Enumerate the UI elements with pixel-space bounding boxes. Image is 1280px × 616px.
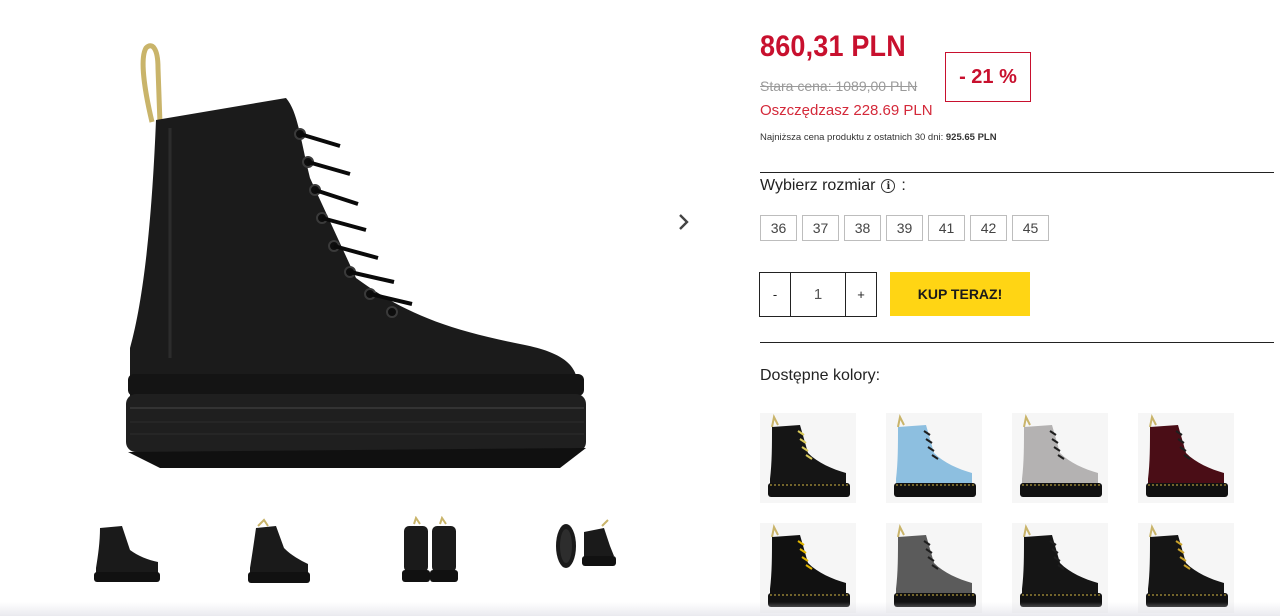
size-option-39[interactable]: 39 (886, 215, 923, 241)
quantity-input[interactable]: 1 (791, 273, 845, 316)
size-option-37[interactable]: 37 (802, 215, 839, 241)
divider (760, 342, 1274, 343)
boot-thumbnail (402, 516, 458, 582)
quantity-stepper: - 1 + (759, 272, 877, 317)
color-swatches (760, 413, 1240, 616)
size-option-45[interactable]: 45 (1012, 215, 1049, 241)
next-image-arrow[interactable] (672, 208, 696, 236)
boot-swatch-image (768, 413, 850, 497)
chevron-right-icon (679, 214, 689, 230)
page-bottom-fade (0, 602, 1280, 616)
boot-thumbnail (248, 518, 310, 583)
boot-swatch-image (894, 523, 976, 607)
current-price: 860,31 PLN (760, 30, 906, 63)
boot-thumbnail (94, 526, 160, 582)
size-title-colon: : (901, 177, 906, 194)
size-option-42[interactable]: 42 (970, 215, 1007, 241)
color-swatch[interactable] (1012, 523, 1108, 613)
thumbnail-angled-view[interactable] (230, 516, 326, 588)
lowest-price-label: Najniższa cena produktu z ostatnich 30 d… (760, 132, 944, 143)
lowest-price-value: 925.65 PLN (945, 132, 997, 143)
savings-amount: Oszczędzasz 228.69 PLN (760, 102, 933, 119)
size-options: 36 37 38 39 41 42 45 (760, 215, 1049, 241)
color-swatch[interactable] (1012, 413, 1108, 503)
info-icon[interactable]: i (881, 179, 896, 193)
size-section-title: Wybierz rozmiar i : (760, 177, 906, 195)
boot-thumbnail (556, 519, 616, 568)
boot-swatch-image (1146, 523, 1228, 607)
color-swatch[interactable] (760, 523, 856, 613)
color-swatch[interactable] (1138, 413, 1234, 503)
size-option-41[interactable]: 41 (928, 215, 965, 241)
color-swatch[interactable] (1138, 523, 1234, 613)
boot-swatch-image (1146, 413, 1228, 497)
lowest-price-note: Najniższa cena produktu z ostatnich 30 d… (760, 132, 997, 143)
size-option-38[interactable]: 38 (844, 215, 881, 241)
divider (760, 172, 1274, 173)
boot-swatch-image (894, 413, 976, 497)
thumbnail-sole-view[interactable] (534, 516, 630, 588)
buy-now-button[interactable]: KUP TERAZ! (890, 272, 1030, 316)
quantity-decrease-button[interactable]: - (760, 273, 791, 316)
boot-swatch-image (1020, 413, 1102, 497)
old-price: Stara cena: 1089,00 PLN (760, 78, 918, 94)
quantity-increase-button[interactable]: + (845, 273, 876, 316)
color-swatch[interactable] (886, 413, 982, 503)
color-swatch[interactable] (760, 413, 856, 503)
thumbnail-back-view[interactable] (382, 516, 478, 588)
thumbnail-side-view[interactable] (78, 516, 174, 588)
main-product-image (100, 28, 630, 498)
boot-swatch-image (768, 523, 850, 607)
thumbnail-strip (78, 516, 678, 596)
color-swatch[interactable] (886, 523, 982, 613)
colors-section-title: Dostępne kolory: (760, 367, 881, 384)
size-title-label: Wybierz rozmiar (760, 177, 876, 194)
size-option-36[interactable]: 36 (760, 215, 797, 241)
discount-badge: - 21 % (945, 52, 1031, 102)
boot-swatch-image (1020, 523, 1102, 607)
